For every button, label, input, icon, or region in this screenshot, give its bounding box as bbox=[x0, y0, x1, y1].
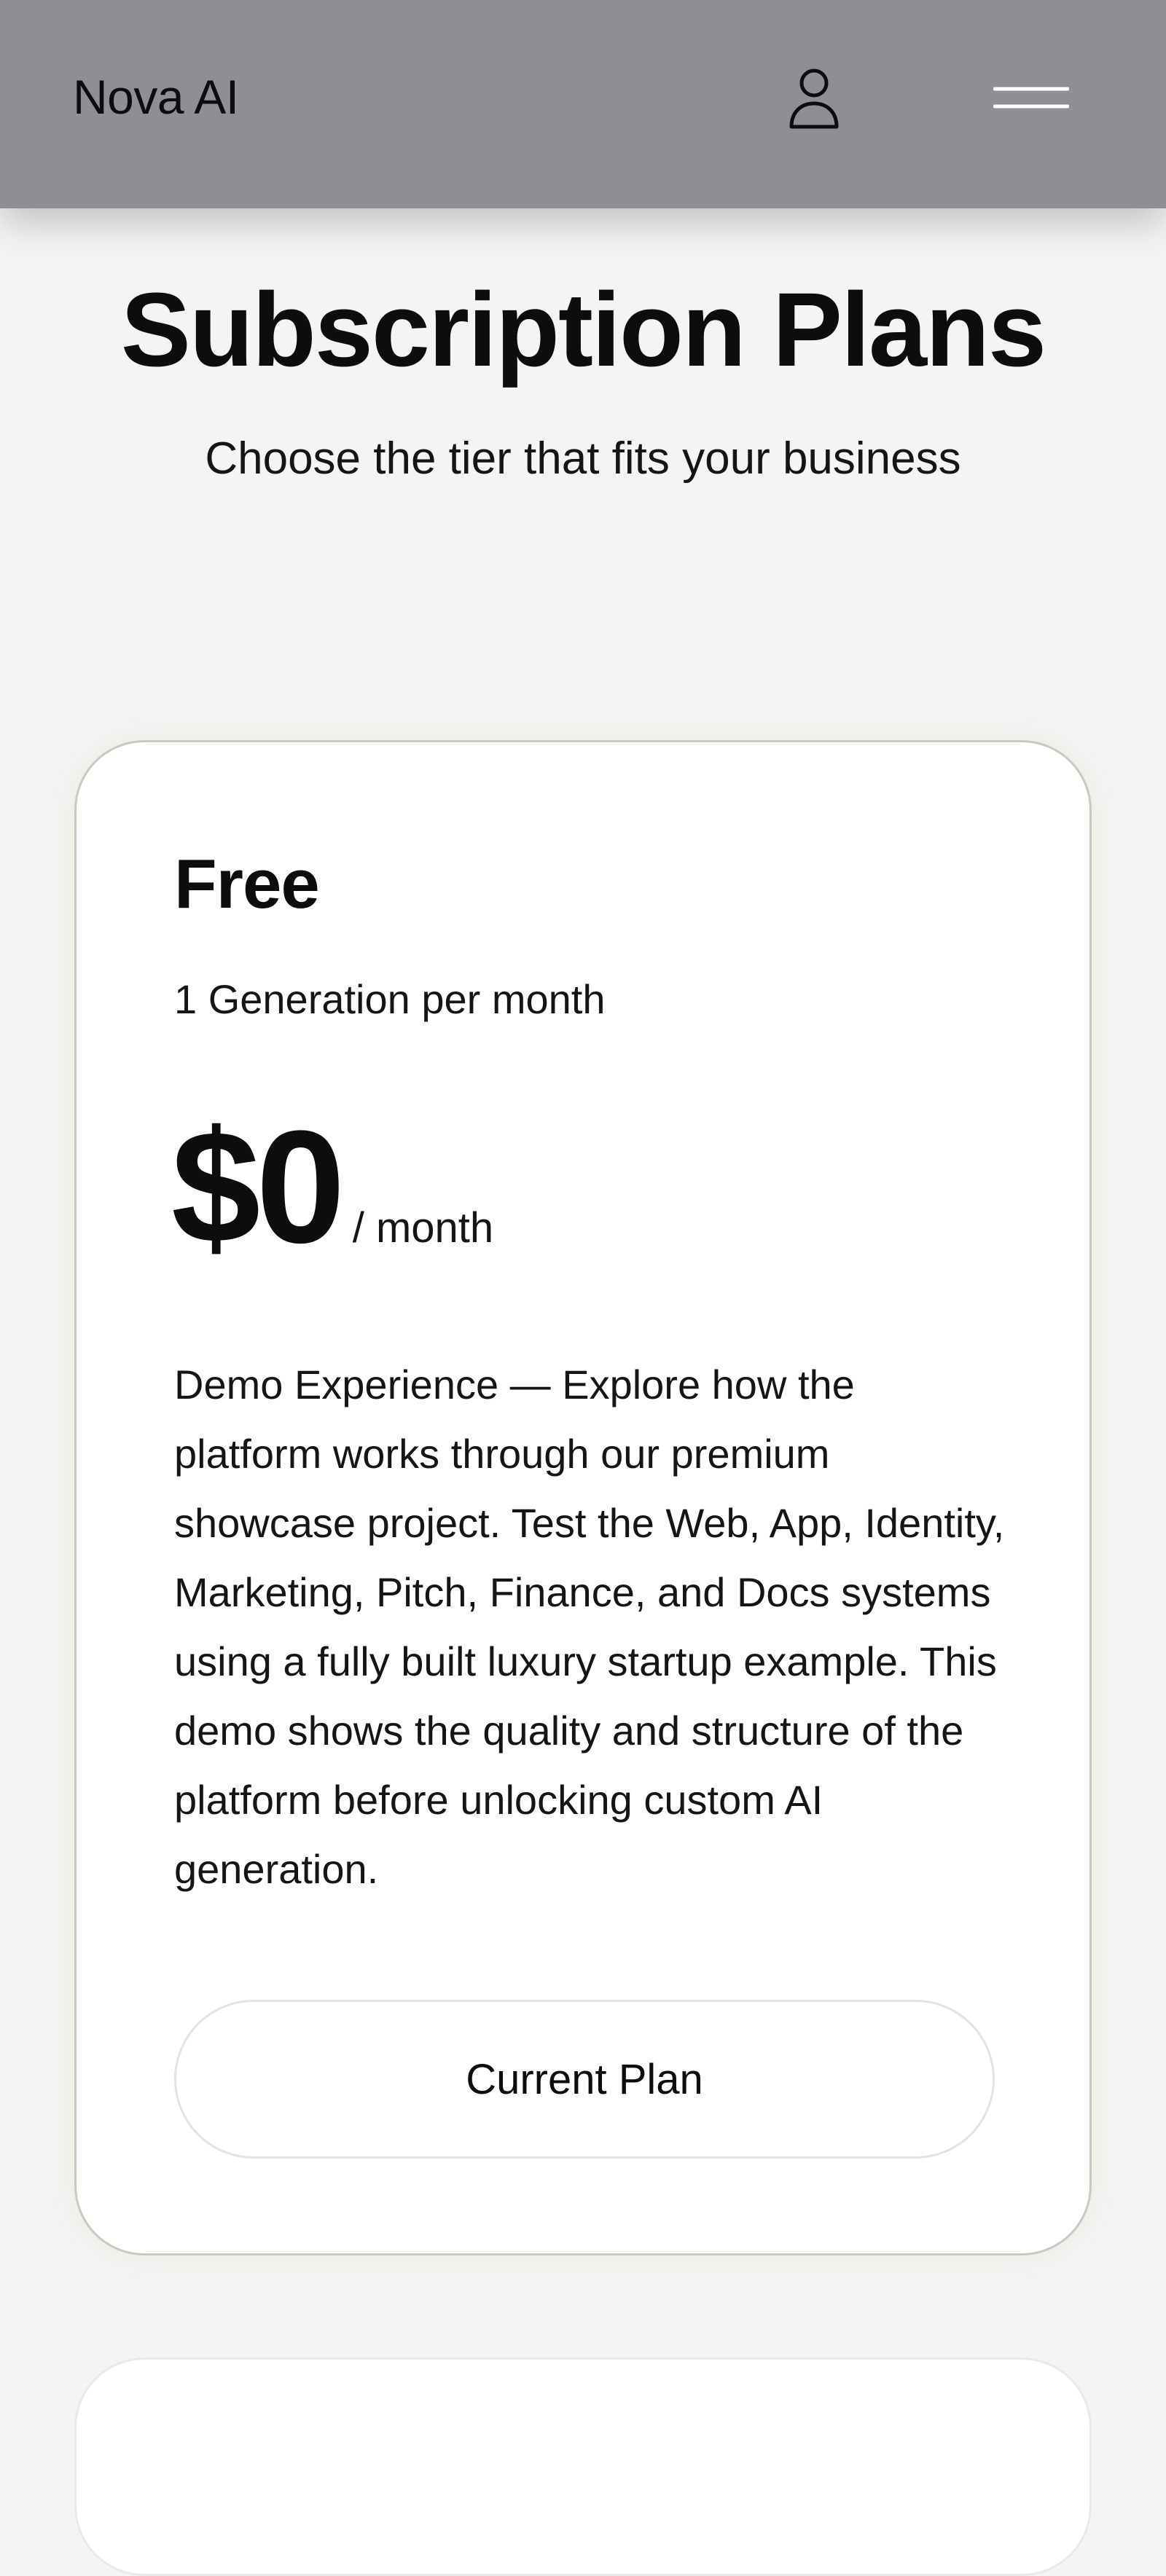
plan-card-next bbox=[74, 2357, 1092, 2576]
price-period: / month bbox=[352, 1204, 494, 1252]
plan-description: Demo Experience — Explore how the platfo… bbox=[174, 1362, 1005, 1892]
plan-price: $0 / month bbox=[171, 1097, 494, 1276]
plan-name: Free bbox=[174, 845, 320, 923]
plan-quota: 1 Generation per month bbox=[174, 976, 606, 1022]
page-title: Subscription Plans bbox=[120, 271, 1046, 388]
price-amount: $0 bbox=[171, 1097, 345, 1276]
plan-card-free: Free 1 Generation per month $0 / month D… bbox=[74, 740, 1092, 2255]
account-button[interactable] bbox=[781, 63, 847, 133]
brand-logo-text[interactable]: Nova AI bbox=[73, 64, 239, 130]
page-subtitle: Choose the tier that fits your business bbox=[205, 433, 961, 484]
hamburger-menu-icon bbox=[993, 87, 1069, 109]
menu-button[interactable] bbox=[991, 73, 1071, 122]
current-plan-button[interactable]: Current Plan bbox=[174, 2000, 995, 2159]
user-icon bbox=[789, 68, 839, 129]
top-navigation-bar: Nova AI bbox=[0, 0, 1166, 208]
